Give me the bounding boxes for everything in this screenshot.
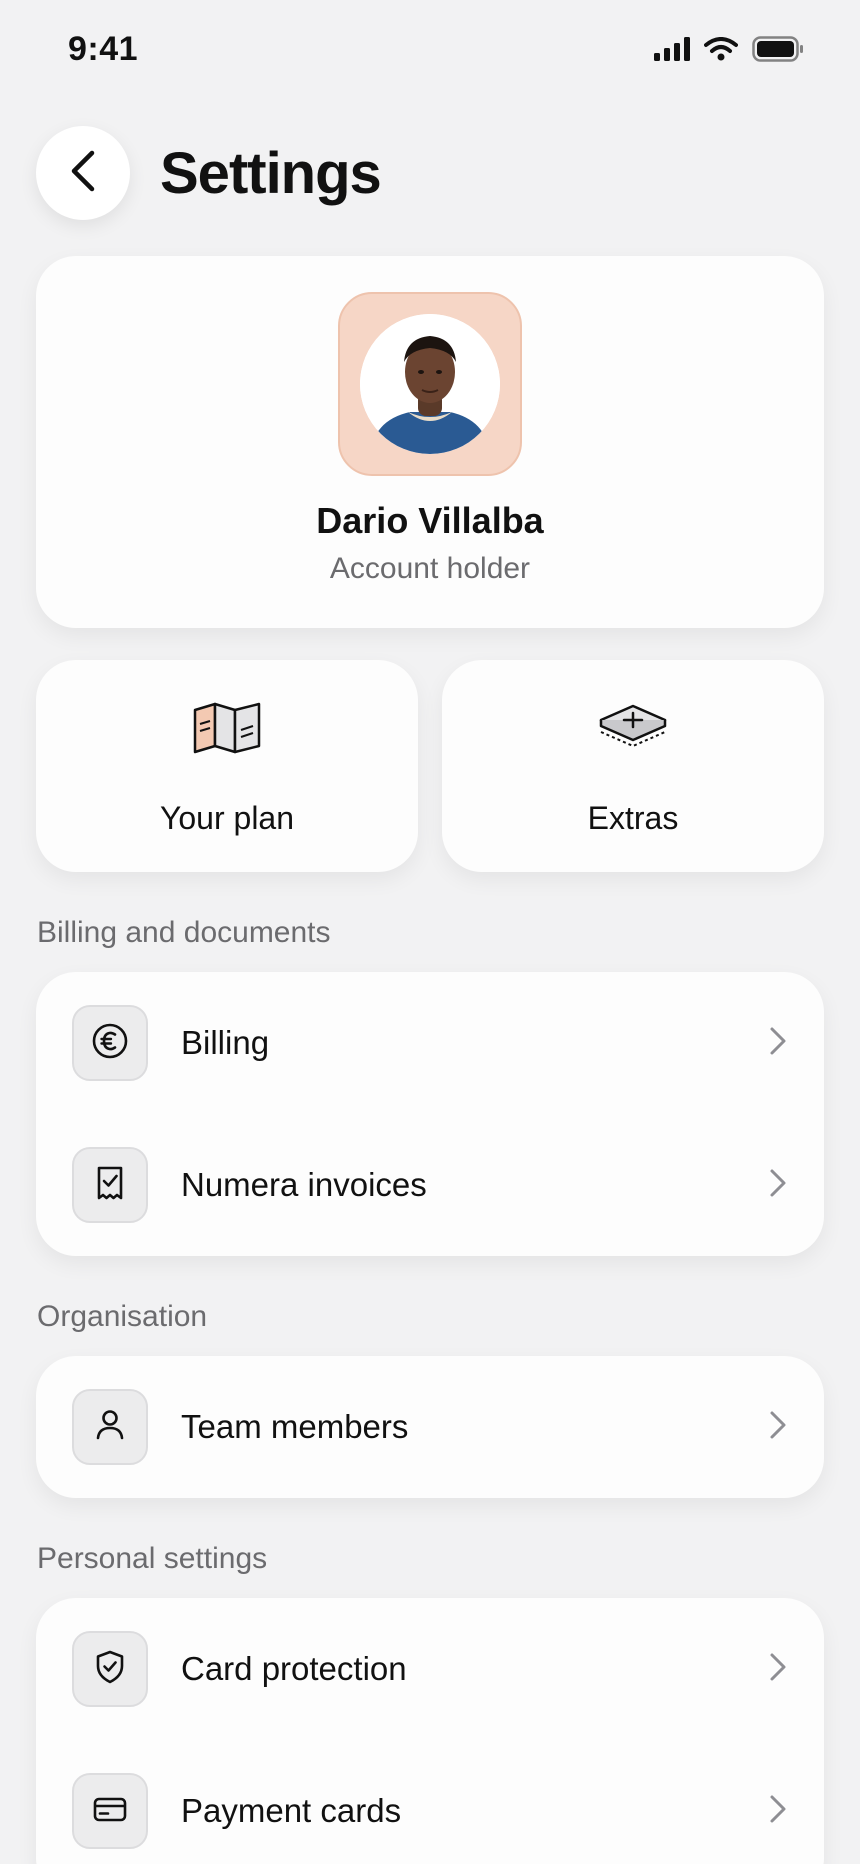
profile-role: Account holder	[329, 552, 531, 585]
section-title-personal-settings: Personal settings	[37, 1542, 268, 1575]
status-bar: 9:41	[0, 0, 860, 100]
chevron-left-icon	[68, 149, 98, 198]
section-title-organisation: Organisation	[37, 1300, 208, 1333]
signal-icon	[654, 37, 690, 66]
avatar[interactable]	[360, 314, 500, 454]
euro-icon	[90, 1021, 130, 1066]
profile-name: Dario Villalba	[316, 500, 544, 541]
billing-list: Billing Numera invoices	[36, 972, 824, 1256]
list-item-label: Billing	[181, 1024, 270, 1061]
list-item-billing[interactable]: Billing	[36, 972, 824, 1114]
list-item-numera-invoices[interactable]: Numera invoices	[36, 1114, 824, 1256]
chevron-right-icon	[769, 1168, 787, 1203]
list-item-card-protection[interactable]: Card protection	[36, 1598, 824, 1740]
list-item-team-members[interactable]: Team members	[36, 1356, 824, 1498]
receipt-check-icon	[90, 1163, 130, 1208]
list-item-label: Team members	[181, 1408, 409, 1445]
avatar-portrait	[360, 314, 500, 454]
status-icons	[654, 36, 804, 67]
list-item-payment-cards[interactable]: Payment cards	[36, 1740, 824, 1864]
extras-box-icon	[597, 700, 669, 761]
organisation-list: Team members	[36, 1356, 824, 1498]
wifi-icon	[704, 37, 738, 66]
chevron-right-icon	[769, 1794, 787, 1829]
chevron-right-icon	[769, 1026, 787, 1061]
your-plan-label: Your plan	[159, 800, 295, 836]
credit-card-icon	[90, 1789, 130, 1834]
back-button[interactable]	[36, 126, 130, 220]
list-item-label: Numera invoices	[181, 1166, 427, 1203]
page-title: Settings	[160, 140, 382, 206]
chevron-right-icon	[769, 1410, 787, 1445]
your-plan-tile[interactable]: Your plan	[36, 660, 418, 872]
header: Settings	[36, 126, 382, 220]
status-time: 9:41	[68, 30, 139, 68]
extras-label: Extras	[587, 800, 679, 836]
avatar-frame	[338, 292, 522, 476]
personal-settings-list: Card protection Payment cards	[36, 1598, 824, 1864]
list-item-label: Payment cards	[181, 1792, 402, 1829]
profile-card[interactable]: Dario Villalba Account holder	[36, 256, 824, 628]
chevron-right-icon	[769, 1652, 787, 1687]
battery-icon	[752, 36, 804, 67]
list-item-label: Card protection	[181, 1650, 407, 1687]
shield-check-icon	[90, 1647, 130, 1692]
section-title-billing: Billing and documents	[37, 916, 331, 949]
extras-tile[interactable]: Extras	[442, 660, 824, 872]
person-icon	[90, 1405, 130, 1450]
plan-map-icon	[191, 700, 263, 761]
